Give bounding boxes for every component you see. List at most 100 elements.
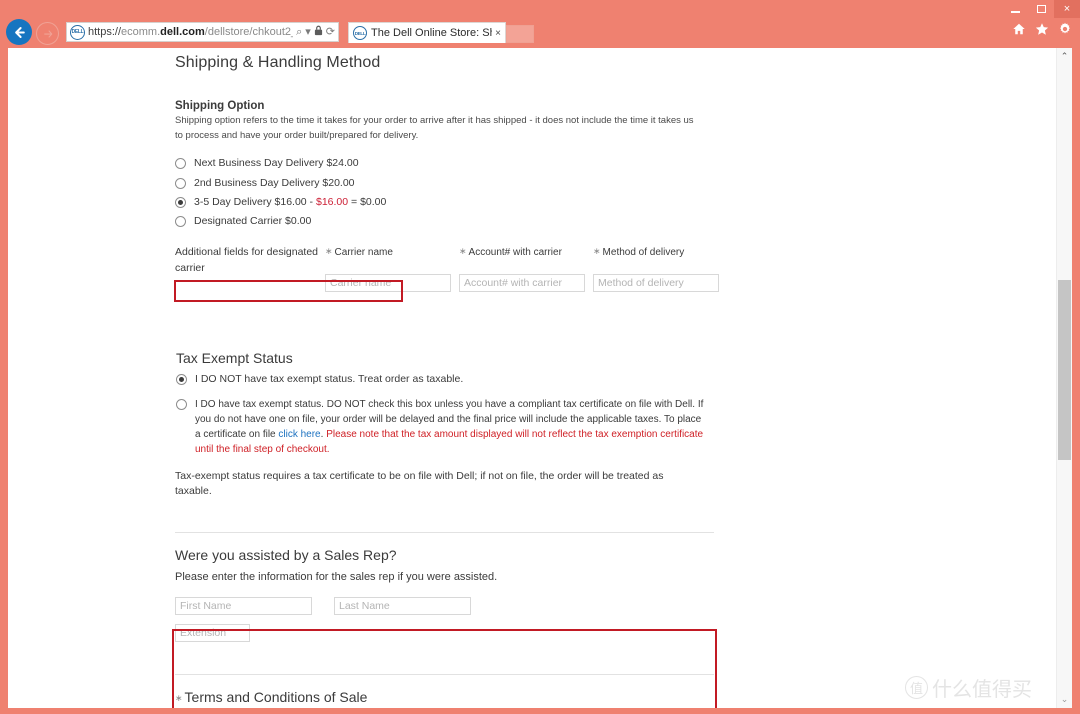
refresh-icon[interactable]: ⟳: [326, 26, 335, 38]
checkout-form: Shipping & Handling Method Shipping Opti…: [167, 48, 727, 708]
method-of-delivery-field-wrap: ∗ Method of delivery: [593, 245, 724, 293]
maximize-button[interactable]: [1028, 0, 1054, 18]
scroll-down-button[interactable]: ⌄: [1057, 691, 1072, 708]
carrier-name-label-text: Carrier name: [334, 247, 393, 259]
back-arrow-icon: [14, 26, 25, 38]
scrollbar-thumb[interactable]: [1058, 280, 1071, 460]
watermark-logo-icon: 值: [905, 676, 928, 699]
extension-input[interactable]: [175, 624, 250, 643]
tab-close-icon[interactable]: ×: [492, 28, 501, 39]
radio-next-business-day[interactable]: [175, 158, 186, 170]
shipping-option-heading: Shipping Option: [175, 100, 265, 112]
tax-option-not-exempt[interactable]: I DO NOT have tax exempt status. Treat o…: [176, 370, 727, 389]
shipping-option-label: Next Business Day Delivery $24.00: [194, 157, 359, 170]
url-domain: dell.com: [160, 26, 205, 38]
radio-2nd-business-day[interactable]: [175, 177, 186, 189]
shipping-discount-amount: $16.00: [315, 195, 349, 208]
close-icon: ×: [1063, 2, 1071, 15]
minimize-icon: [1010, 10, 1020, 13]
divider-terms: [175, 674, 714, 676]
tax-exempt-footnote: Tax-exempt status requires a tax certifi…: [175, 469, 664, 498]
divider-sales-rep: [175, 532, 714, 534]
click-here-link[interactable]: click here: [278, 429, 320, 440]
designated-carrier-fields: Additional fields for designated carrier…: [175, 245, 727, 293]
watermark-text: 什么值得买: [932, 677, 1032, 701]
url-scheme: https://: [88, 26, 122, 38]
shipping-option-help: Shipping option refers to the time it ta…: [175, 115, 694, 141]
tax-option-exempt[interactable]: I DO have tax exempt status. DO NOT chec…: [176, 395, 727, 459]
navigation-bar: DELL https://ecomm.dell.com/dellstore/ch…: [0, 18, 1080, 46]
sales-rep-description: Please enter the information for the sal…: [175, 571, 498, 584]
account-number-label: ∗ Account# with carrier: [459, 245, 590, 273]
shipping-option-label: 3-5 Day Delivery $16.00 - $16.00 = $0.00: [194, 195, 386, 210]
new-tab-button[interactable]: [506, 25, 534, 43]
back-button[interactable]: [6, 19, 32, 45]
page-content: Shipping & Handling Method Shipping Opti…: [8, 48, 1056, 708]
required-marker-icon: ∗: [175, 693, 183, 704]
tab-favicon-icon: DELL: [353, 26, 367, 40]
account-number-input[interactable]: [459, 274, 585, 293]
account-number-field-wrap: ∗ Account# with carrier: [459, 245, 590, 293]
watermark: 值 什么值得买: [905, 673, 1032, 702]
shipping-price-base: 3-5 Day Delivery $16.00 -: [194, 195, 316, 208]
shipping-options-group: Next Business Day Delivery $24.00 2nd Bu…: [167, 154, 727, 303]
sales-rep-title: Were you assisted by a Sales Rep?: [175, 547, 397, 564]
tax-option-exempt-label: I DO have tax exempt status. DO NOT chec…: [195, 397, 707, 457]
first-name-input[interactable]: [175, 597, 312, 616]
shipping-option-label: 2nd Business Day Delivery $20.00: [194, 176, 355, 189]
lock-icon[interactable]: [314, 25, 323, 39]
shipping-price-total: = $0.00: [348, 195, 387, 208]
site-favicon-icon: DELL: [70, 24, 85, 40]
home-icon[interactable]: [1012, 22, 1026, 36]
close-window-button[interactable]: ×: [1054, 0, 1080, 18]
shipping-option-label: Designated Carrier $0.00: [194, 215, 312, 228]
carrier-name-field-wrap: ∗ Carrier name: [325, 245, 456, 293]
shipping-option-next-business-day[interactable]: Next Business Day Delivery $24.00: [175, 154, 727, 173]
carrier-name-input[interactable]: [325, 274, 451, 293]
forward-button[interactable]: [36, 22, 59, 45]
radio-not-tax-exempt[interactable]: [176, 374, 187, 386]
vertical-scrollbar[interactable]: ⌃ ⌄: [1056, 48, 1072, 708]
star-icon[interactable]: [1035, 22, 1049, 36]
gear-icon[interactable]: [1058, 22, 1072, 36]
sales-rep-name-row: [175, 597, 727, 616]
page-viewport: Shipping & Handling Method Shipping Opti…: [8, 48, 1072, 708]
required-marker-icon: ∗: [459, 246, 467, 257]
radio-tax-exempt[interactable]: [176, 398, 187, 410]
page-title: Shipping & Handling Method: [175, 54, 381, 71]
method-of-delivery-label-text: Method of delivery: [602, 247, 685, 259]
required-marker-icon: ∗: [593, 246, 601, 257]
carrier-name-label: ∗ Carrier name: [325, 245, 456, 273]
minimize-button[interactable]: [1002, 0, 1028, 18]
method-of-delivery-input[interactable]: [593, 274, 719, 293]
scroll-up-button[interactable]: ⌃: [1057, 48, 1072, 65]
method-of-delivery-label: ∗ Method of delivery: [593, 245, 724, 273]
url-text[interactable]: https://ecomm.dell.com/dellstore/chkout2…: [88, 24, 293, 40]
tax-exempt-section: Tax Exempt Status I DO NOT have tax exem…: [167, 350, 727, 708]
carrier-field-group: ∗Carrier name ∗Account# with carrier ∗Me…: [325, 245, 727, 293]
terms-title: ∗ Terms and Conditions of Sale: [175, 689, 727, 705]
chevron-down-icon[interactable]: ▾: [305, 26, 311, 38]
browser-toolbar-icons: [1012, 22, 1072, 36]
forward-arrow-icon: [43, 29, 52, 38]
search-icon[interactable]: ⌕: [296, 26, 302, 38]
url-path: /dellstore/chkout2_s: [204, 26, 294, 38]
radio-3-5-day-delivery[interactable]: [175, 196, 186, 208]
maximize-icon: [1036, 5, 1046, 13]
radio-designated-carrier[interactable]: [175, 216, 186, 228]
shipping-option-3-5-day[interactable]: 3-5 Day Delivery $16.00 - $16.00 = $0.00: [175, 193, 727, 212]
address-bar[interactable]: DELL https://ecomm.dell.com/dellstore/ch…: [66, 22, 339, 42]
designated-carrier-label: Additional fields for designated carrier: [175, 246, 319, 275]
shipping-option-2nd-business-day[interactable]: 2nd Business Day Delivery $20.00: [175, 174, 727, 193]
terms-title-text: Terms and Conditions of Sale: [184, 689, 368, 706]
shipping-option-designated-carrier[interactable]: Designated Carrier $0.00: [175, 212, 727, 231]
browser-window: × DELL https://ecomm.dell.com/dellstore/…: [0, 0, 1080, 714]
tab-title: The Dell Online Store: Sh...: [371, 27, 493, 39]
last-name-input[interactable]: [334, 597, 471, 616]
tax-option-not-exempt-label: I DO NOT have tax exempt status. Treat o…: [195, 373, 464, 386]
tax-exempt-title: Tax Exempt Status: [176, 350, 293, 367]
tab-dell-online-store[interactable]: DELL The Dell Online Store: Sh... ×: [348, 22, 506, 43]
required-marker-icon: ∗: [325, 246, 333, 257]
url-host-prefix: ecomm.: [121, 26, 161, 38]
tab-strip: DELL The Dell Online Store: Sh... ×: [348, 22, 534, 43]
